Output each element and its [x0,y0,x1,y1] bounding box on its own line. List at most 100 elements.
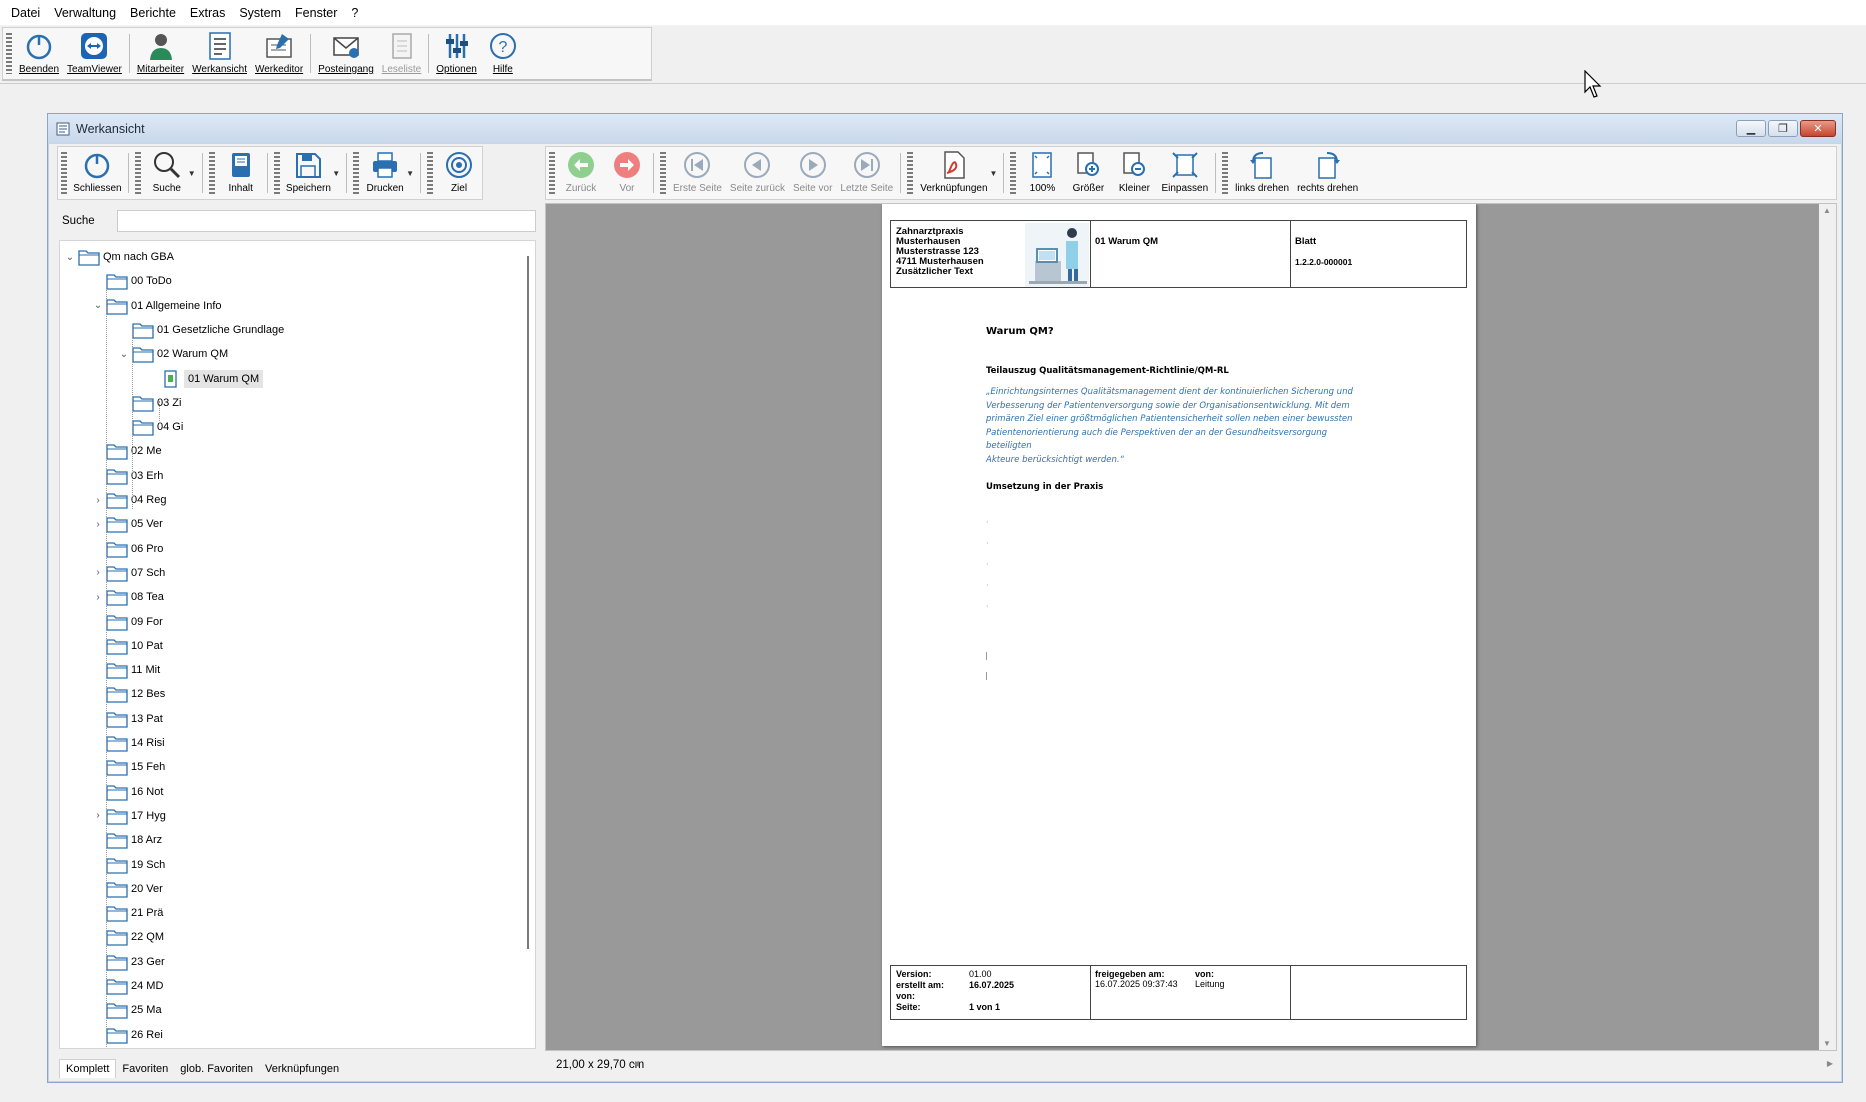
collapse-chevron-icon[interactable]: ⌄ [92,300,104,312]
tree-folder-item[interactable]: › 17 Hyg [92,805,166,827]
scroll-right-icon[interactable]: ▶ [1827,1059,1833,1068]
expand-chevron-icon[interactable]: › [92,494,104,506]
minimize-button[interactable]: ▁ [1736,120,1766,137]
tree-folder-item[interactable]: › 08 Tea [92,586,164,608]
viewer-horizontal-scrollbar[interactable]: ◀ ▶ [633,1059,1833,1070]
tree-folder-item[interactable]: 10 Pat [92,635,163,657]
scroll-left-icon[interactable]: ◀ [633,1059,639,1068]
tree-folder-item[interactable]: 11 Mit [92,659,160,681]
scroll-down-icon[interactable]: ▼ [1823,1039,1831,1048]
collapse-chevron-icon[interactable]: ⌄ [64,251,76,263]
suche-button[interactable]: Suche [144,147,190,199]
speichern-button[interactable]: Speichern [283,147,335,199]
document-viewer[interactable]: Zahnarztpraxis Musterhausen Musterstrasse … [545,203,1837,1051]
posteingang-button[interactable]: Posteingang [314,28,378,79]
tree-folder-item[interactable]: 03 Zi [118,392,181,414]
tree-folder-item[interactable]: 04 Gi [118,416,183,438]
tree-scrollbar[interactable] [527,256,529,949]
tree-folder-item[interactable]: 26 Rei [92,1024,163,1046]
tree-folder-item[interactable]: › 07 Sch [92,562,165,584]
tree-folder-item[interactable]: 18 Arz [92,829,162,851]
tree-folder-item[interactable]: ⌄ 02 Warum QM [118,343,228,365]
search-input[interactable] [117,210,536,232]
optionen-button[interactable]: Optionen [432,28,481,79]
mitarbeiter-button[interactable]: Mitarbeiter [133,28,188,79]
tree-folder-item[interactable]: 20 Ver [92,878,163,900]
größer-button[interactable]: Größer [1065,147,1111,199]
tree-item-label: 12 Bes [131,688,166,701]
tab-glob-favoriten[interactable]: glob. Favoriten [174,1060,259,1078]
tree-folder-item[interactable]: 15 Feh [92,756,165,778]
menu-help[interactable]: ? [344,0,365,26]
beenden-button[interactable]: Beenden [15,28,63,79]
suche-dropdown-icon[interactable]: ▼ [188,147,196,199]
tree-folder-item[interactable]: › 04 Reg [92,489,166,511]
letzte-seite-button[interactable]: Letzte Seite [836,147,897,199]
tree-folder-item[interactable]: 14 Risi [92,732,165,754]
tree-folder-item[interactable]: 23 Ger [92,951,165,973]
tree-folder-item[interactable]: 27 Wa [92,1048,162,1049]
scroll-up-icon[interactable]: ▲ [1823,206,1831,215]
links-drehen-button[interactable]: links drehen [1231,147,1293,199]
tree-folder-item[interactable]: 25 Ma [92,999,162,1021]
vor-button[interactable]: Vor [604,147,650,199]
expand-chevron-icon[interactable]: › [92,518,104,530]
collapse-chevron-icon[interactable]: ⌄ [118,348,130,360]
seite-vor-button[interactable]: Seite vor [789,147,836,199]
werkeditor-button[interactable]: Werkeditor [251,28,307,79]
tree-folder-item[interactable]: 16 Not [92,781,163,803]
close-window-button[interactable]: ✕ [1800,120,1836,137]
erste-seite-button[interactable]: Erste Seite [669,147,726,199]
viewer-vertical-scrollbar[interactable]: ▲ ▼ [1819,204,1836,1050]
tab-komplett[interactable]: Komplett [59,1059,117,1078]
tree-folder-item[interactable]: 24 MD [92,975,163,997]
menu-berichte[interactable]: Berichte [123,0,183,26]
tab-verknüpfungen[interactable]: Verknüpfungen [259,1060,345,1078]
tree-folder-item[interactable]: ⌄ Qm nach GBA [64,246,174,268]
expand-chevron-icon[interactable]: › [92,567,104,579]
verknüpfungen-dropdown-icon[interactable]: ▼ [990,147,998,199]
zurück-button[interactable]: Zurück [558,147,604,199]
tree-folder-item[interactable]: 02 Me [92,440,162,462]
tree-folder-item[interactable]: 01 Gesetzliche Grundlage [118,319,284,341]
drucken-dropdown-icon[interactable]: ▼ [406,147,414,199]
verknüpfungen-button[interactable]: Verknüpfungen [916,147,991,199]
speichern-dropdown-icon[interactable]: ▼ [332,147,340,199]
menu-datei[interactable]: Datei [4,0,47,26]
hilfe-button[interactable]: ? Hilfe [481,28,525,79]
tree-folder-item[interactable]: 09 For [92,611,163,633]
tree-folder-item[interactable]: 12 Bes [92,683,165,705]
window-titlebar[interactable]: Werkansicht ▁ ❐ ✕ [48,114,1842,144]
menu-verwaltung[interactable]: Verwaltung [47,0,123,26]
tree-folder-item[interactable]: 03 Erh [92,465,163,487]
100-button[interactable]: 100% [1019,147,1065,199]
tree-folder-item[interactable]: › 05 Ver [92,513,163,535]
teamviewer-button[interactable]: TeamViewer [63,28,126,79]
menu-extras[interactable]: Extras [183,0,232,26]
seite-zurück-button[interactable]: Seite zurück [726,147,789,199]
kleiner-button[interactable]: Kleiner [1111,147,1157,199]
rechts-drehen-button[interactable]: rechts drehen [1293,147,1362,199]
tree-document-item[interactable]: 01 Warum QM [145,368,264,390]
menu-system[interactable]: System [232,0,288,26]
tree-folder-item[interactable]: 22 QM [92,926,164,948]
inhalt-button[interactable]: Inhalt [218,147,264,199]
ziel-button[interactable]: Ziel [436,147,482,199]
tree-item-label: 23 Ger [131,955,165,968]
tree-folder-item[interactable]: 06 Pro [92,538,163,560]
expand-chevron-icon[interactable]: › [92,591,104,603]
folder-icon [106,590,128,606]
tree-folder-item[interactable]: 21 Prä [92,902,163,924]
schliessen-button[interactable]: Schliessen [70,147,125,199]
expand-chevron-icon[interactable]: › [92,810,104,822]
werkansicht-button[interactable]: Werkansicht [188,28,251,79]
restore-button[interactable]: ❐ [1768,120,1798,137]
tree-folder-item[interactable]: 00 ToDo [92,270,172,292]
tree-folder-item[interactable]: 19 Sch [92,854,165,876]
menu-fenster[interactable]: Fenster [288,0,344,26]
tree-folder-item[interactable]: 13 Pat [92,708,163,730]
tree-folder-item[interactable]: ⌄ 01 Allgemeine Info [92,295,222,317]
einpassen-button[interactable]: Einpassen [1157,147,1212,199]
drucken-button[interactable]: Drucken [362,147,408,199]
tab-favoriten[interactable]: Favoriten [116,1060,174,1078]
